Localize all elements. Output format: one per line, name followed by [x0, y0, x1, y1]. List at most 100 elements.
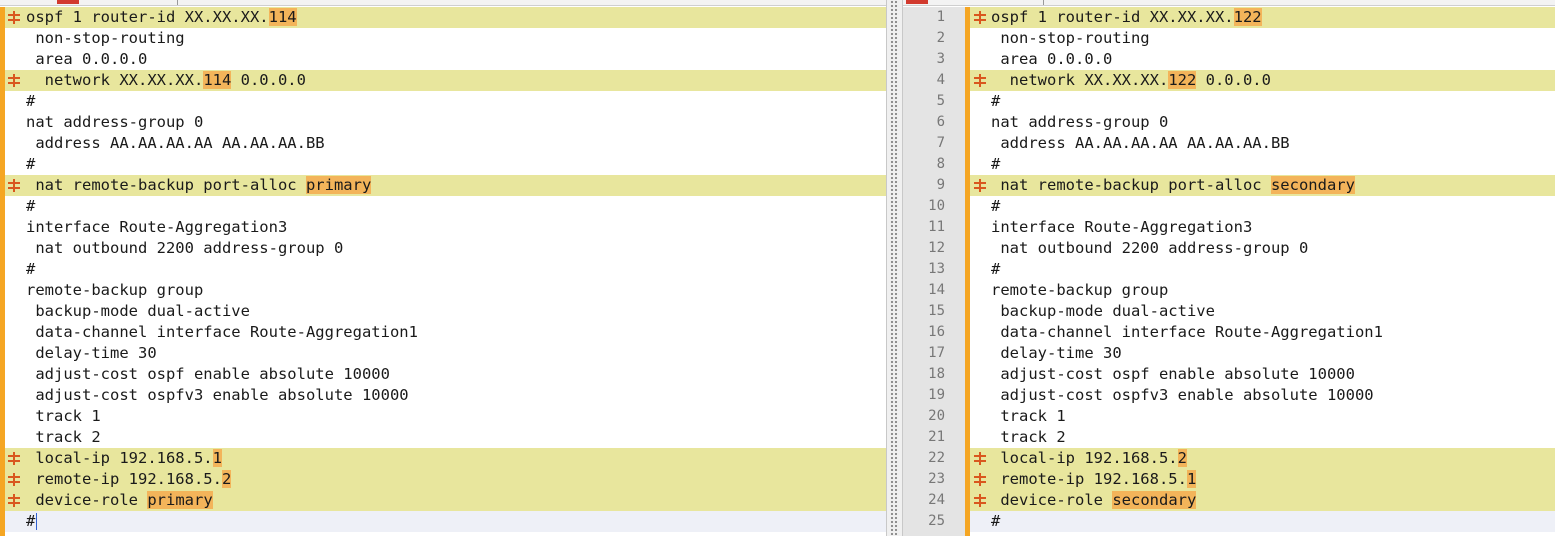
gutter-pad [945, 301, 965, 322]
code-line[interactable]: 18 adjust-cost ospf enable absolute 1000… [903, 364, 1555, 385]
code-line[interactable]: # [5, 196, 886, 217]
line-text: nat outbound 2200 address-group 0 [26, 238, 343, 259]
code-line[interactable]: # [5, 259, 886, 280]
left-code-lines[interactable]: ospf 1 router-id XX.XX.XX.114 non-stop-r… [5, 7, 886, 532]
code-line[interactable]: 2 non-stop-routing [903, 28, 1555, 49]
line-number: 18 [903, 364, 945, 385]
code-line-changed[interactable]: remote-ip 192.168.5.2 [5, 469, 886, 490]
diff-marker-icon[interactable] [974, 70, 986, 87]
code-line[interactable]: area 0.0.0.0 [5, 49, 886, 70]
code-line[interactable]: delay-time 30 [5, 343, 886, 364]
diff-marker-icon[interactable] [974, 175, 986, 192]
code-line[interactable]: # [5, 154, 886, 175]
diff-marker-icon[interactable] [974, 7, 986, 24]
line-text: local-ip 192.168.5.1 [26, 448, 222, 469]
change-gutter-segment [965, 469, 970, 490]
code-line[interactable]: adjust-cost ospfv3 enable absolute 10000 [5, 385, 886, 406]
code-line-changed[interactable]: network XX.XX.XX.114 0.0.0.0 [5, 70, 886, 91]
code-line[interactable]: 14 remote-backup group [903, 280, 1555, 301]
line-text: data-channel interface Route-Aggregation… [991, 322, 1383, 343]
code-line[interactable]: 10 # [903, 196, 1555, 217]
diff-marker-icon[interactable] [8, 469, 20, 486]
code-line[interactable]: track 1 [5, 406, 886, 427]
diff-marker-icon[interactable] [974, 490, 986, 507]
diff-token: 1 [212, 449, 222, 467]
code-line[interactable]: track 2 [5, 427, 886, 448]
right-code-lines[interactable]: 1 ospf 1 router-id XX.XX.XX.122 2 non-stop… [903, 7, 1555, 532]
code-line-changed[interactable]: 23 remote-ip 192.168.5.1 [903, 469, 1555, 490]
line-number: 21 [903, 427, 945, 448]
change-gutter-segment [965, 259, 970, 280]
code-line[interactable]: remote-backup group [5, 280, 886, 301]
code-line[interactable]: adjust-cost ospf enable absolute 10000 [5, 364, 886, 385]
code-token: nat outbound 2200 address-group 0 [26, 239, 344, 257]
code-line-changed[interactable]: 9 nat remote-backup port-alloc secondary [903, 175, 1555, 196]
code-line-changed[interactable]: local-ip 192.168.5.1 [5, 448, 886, 469]
diff-marker-icon[interactable] [8, 70, 20, 87]
diff-marker-icon[interactable] [8, 175, 20, 192]
line-number: 19 [903, 385, 945, 406]
code-token: 0.0.0.0 [231, 71, 306, 89]
code-line-changed[interactable]: 1 ospf 1 router-id XX.XX.XX.122 [903, 7, 1555, 28]
right-file-pane[interactable]: 1 ospf 1 router-id XX.XX.XX.122 2 non-stop… [903, 7, 1555, 536]
code-line[interactable]: nat outbound 2200 address-group 0 [5, 238, 886, 259]
code-line[interactable]: # [5, 91, 886, 112]
code-line[interactable]: non-stop-routing [5, 28, 886, 49]
line-text: track 2 [26, 427, 100, 448]
change-gutter-segment [965, 280, 970, 301]
line-number: 14 [903, 280, 945, 301]
line-text: network XX.XX.XX.114 0.0.0.0 [26, 70, 306, 91]
change-gutter-segment [965, 217, 970, 238]
code-line[interactable]: 13 # [903, 259, 1555, 280]
code-line[interactable]: 19 adjust-cost ospfv3 enable absolute 10… [903, 385, 1555, 406]
code-line[interactable]: 15 backup-mode dual-active [903, 301, 1555, 322]
diff-token: secondary [1112, 491, 1197, 509]
tab-right-indicator[interactable] [906, 0, 928, 4]
code-token: # [991, 197, 1001, 215]
code-line[interactable]: address AA.AA.AA.AA AA.AA.AA.BB [5, 133, 886, 154]
code-line[interactable]: data-channel interface Route-Aggregation… [5, 322, 886, 343]
diff-marker-icon[interactable] [974, 448, 986, 465]
code-line[interactable]: 8 # [903, 154, 1555, 175]
diff-viewer-window: ospf 1 router-id XX.XX.XX.114 non-stop-r… [0, 0, 1555, 536]
diff-marker-icon[interactable] [8, 7, 20, 24]
code-line[interactable]: 17 delay-time 30 [903, 343, 1555, 364]
code-line[interactable]: interface Route-Aggregation3 [5, 217, 886, 238]
change-gutter-segment [965, 7, 970, 28]
code-line-changed[interactable]: 4 network XX.XX.XX.122 0.0.0.0 [903, 70, 1555, 91]
gutter-pad [945, 7, 965, 28]
code-line-changed[interactable]: 24 device-role secondary [903, 490, 1555, 511]
line-text: address AA.AA.AA.AA AA.AA.AA.BB [26, 133, 324, 154]
code-line-changed[interactable]: device-role primary [5, 490, 886, 511]
code-line[interactable]: 21 track 2 [903, 427, 1555, 448]
code-line-changed[interactable]: nat remote-backup port-alloc primary [5, 175, 886, 196]
code-line[interactable]: 11 interface Route-Aggregation3 [903, 217, 1555, 238]
code-line[interactable]: # [5, 511, 886, 532]
line-text: # [991, 259, 1000, 280]
code-line[interactable]: 6 nat address-group 0 [903, 112, 1555, 133]
code-token: area 0.0.0.0 [991, 50, 1113, 68]
left-file-pane[interactable]: ospf 1 router-id XX.XX.XX.114 non-stop-r… [0, 7, 886, 536]
code-line[interactable]: 25 # [903, 511, 1555, 532]
code-line[interactable]: nat address-group 0 [5, 112, 886, 133]
line-text: backup-mode dual-active [991, 301, 1215, 322]
code-line[interactable]: 5 # [903, 91, 1555, 112]
code-line[interactable]: 16 data-channel interface Route-Aggregat… [903, 322, 1555, 343]
code-line-changed[interactable]: ospf 1 router-id XX.XX.XX.114 [5, 7, 886, 28]
code-line-changed[interactable]: 22 local-ip 192.168.5.2 [903, 448, 1555, 469]
diff-marker-icon[interactable] [974, 469, 986, 486]
code-line[interactable]: 12 nat outbound 2200 address-group 0 [903, 238, 1555, 259]
code-line[interactable]: 3 area 0.0.0.0 [903, 49, 1555, 70]
line-text: delay-time 30 [26, 343, 156, 364]
code-token: network XX.XX.XX. [991, 71, 1169, 89]
code-token: # [26, 512, 36, 530]
pane-splitter[interactable] [886, 0, 903, 536]
line-number: 10 [903, 196, 945, 217]
code-line[interactable]: 20 track 1 [903, 406, 1555, 427]
tab-left-indicator[interactable] [57, 0, 79, 4]
line-text: # [26, 259, 35, 280]
diff-marker-icon[interactable] [8, 490, 20, 507]
code-line[interactable]: backup-mode dual-active [5, 301, 886, 322]
code-line[interactable]: 7 address AA.AA.AA.AA AA.AA.AA.BB [903, 133, 1555, 154]
diff-marker-icon[interactable] [8, 448, 20, 465]
